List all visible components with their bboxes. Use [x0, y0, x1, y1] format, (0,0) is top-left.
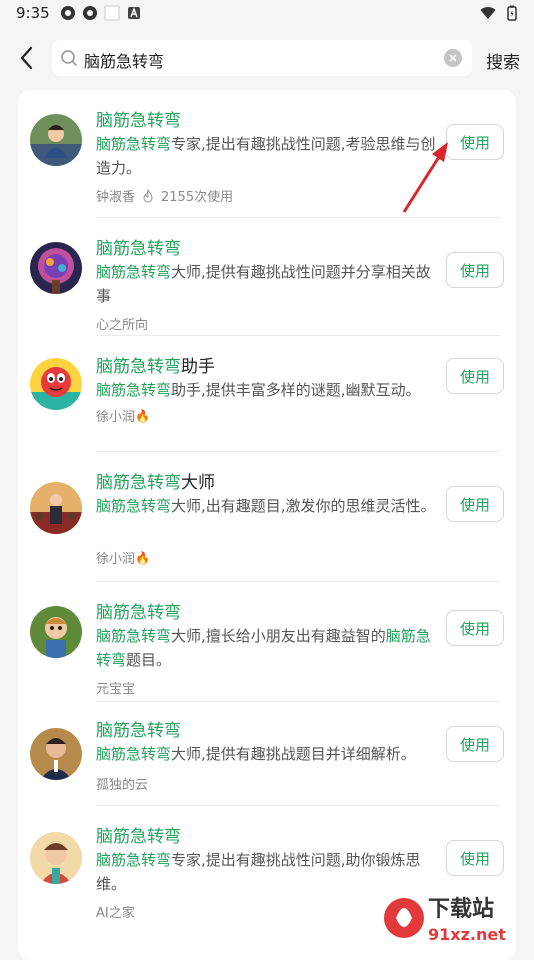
avatar: [30, 242, 82, 294]
item-uses: 2155次使用: [161, 190, 234, 205]
item-author: 钟淑香: [96, 190, 136, 205]
item-meta: 徐小润 🔥: [96, 406, 150, 426]
search-input[interactable]: 脑筋急转弯: [52, 40, 472, 76]
item-title: 脑筋急转弯: [96, 827, 181, 847]
use-button[interactable]: 使用: [446, 358, 504, 394]
avatar: [30, 832, 82, 884]
search-header: 脑筋急转弯 搜索: [0, 36, 534, 80]
search-query[interactable]: 脑筋急转弯: [84, 48, 164, 72]
use-button[interactable]: 使用: [446, 252, 504, 288]
wifi-icon: [480, 7, 496, 19]
avatar: [30, 482, 82, 534]
use-button[interactable]: 使用: [446, 840, 504, 876]
item-description: 脑筋急转弯大师,提供有趣挑战题目并详细解析。: [96, 745, 416, 763]
item-author: 元宝宝: [96, 682, 136, 697]
item-title: 脑筋急转弯: [96, 721, 181, 741]
item-description: 脑筋急转弯大师,擅长给小朋友出有趣益智的脑筋急转弯题目。: [96, 627, 431, 669]
list-item[interactable]: 脑筋急转弯 脑筋急转弯大师,提供有趣挑战题目并详细解析。 孤独的云 使用: [18, 702, 516, 806]
flame-icon: [143, 188, 153, 203]
watermark-title: 下载站: [428, 896, 494, 922]
search-button[interactable]: 搜索: [486, 48, 520, 73]
item-author: 孤独的云: [96, 778, 149, 793]
use-button[interactable]: 使用: [446, 486, 504, 522]
item-title: 脑筋急转弯助手: [96, 357, 215, 377]
clear-icon[interactable]: [444, 49, 462, 67]
item-meta: 钟淑香 2155次使用: [96, 186, 233, 205]
item-meta: 徐小润 🔥: [96, 548, 150, 568]
watermark-logo: 下载站 91xz.net: [382, 888, 532, 948]
battery-icon: [507, 5, 517, 21]
back-icon[interactable]: [14, 44, 42, 72]
fire-icon: 🔥: [135, 408, 150, 423]
avatar: [30, 606, 82, 658]
results-list: 脑筋急转弯 脑筋急转弯专家,提出有趣挑战性问题,考验思维与创造力。 钟淑香 21…: [18, 90, 516, 960]
list-item[interactable]: 脑筋急转弯大师 脑筋急转弯大师,出有趣题目,激发你的思维灵活性。 徐小润 🔥 使用: [18, 452, 516, 582]
item-author: 徐小润: [96, 410, 136, 425]
status-bar: 9:35: [0, 0, 534, 28]
item-author: 心之所向: [96, 318, 149, 333]
fire-icon: 🔥: [135, 550, 150, 565]
use-button[interactable]: 使用: [446, 726, 504, 762]
annotation-arrow-icon: [402, 142, 448, 213]
item-title: 脑筋急转弯: [96, 111, 181, 131]
item-description: 脑筋急转弯大师,提供有趣挑战性问题并分享相关故事: [96, 263, 431, 305]
list-item[interactable]: 脑筋急转弯 脑筋急转弯大师,擅长给小朋友出有趣益智的脑筋急转弯题目。 元宝宝 使…: [18, 582, 516, 702]
a-notification-icon: [128, 7, 140, 19]
item-author: 徐小润: [96, 552, 136, 567]
use-button[interactable]: 使用: [446, 610, 504, 646]
app-notification-icon: [83, 6, 97, 20]
item-author: AI之家: [96, 906, 135, 921]
avatar: [30, 728, 82, 780]
item-meta: 心之所向: [96, 314, 148, 333]
watermark-url: 91xz.net: [428, 925, 506, 944]
item-meta: AI之家: [96, 902, 135, 921]
app-notification-icon: [61, 6, 75, 20]
avatar: [30, 114, 82, 166]
item-description: 脑筋急转弯大师,出有趣题目,激发你的思维灵活性。: [96, 497, 436, 515]
list-item[interactable]: 脑筋急转弯 脑筋急转弯大师,提供有趣挑战性问题并分享相关故事 心之所向 使用: [18, 218, 516, 336]
item-meta: 元宝宝: [96, 678, 135, 697]
use-button[interactable]: 使用: [446, 124, 504, 160]
item-title: 脑筋急转弯大师: [96, 473, 215, 493]
avatar: [30, 358, 82, 410]
list-item[interactable]: 脑筋急转弯助手 脑筋急转弯助手,提供丰富多样的谜题,幽默互动。 徐小润 🔥 使用: [18, 336, 516, 452]
item-meta: 孤独的云: [96, 774, 148, 793]
item-title: 脑筋急转弯: [96, 239, 181, 259]
item-description: 脑筋急转弯助手,提供丰富多样的谜题,幽默互动。: [96, 381, 421, 399]
blank-notification-icon: [104, 5, 120, 21]
status-time: 9:35: [16, 4, 50, 22]
search-icon: [61, 50, 77, 66]
item-title: 脑筋急转弯: [96, 603, 181, 623]
item-description: 脑筋急转弯专家,提出有趣挑战性问题,考验思维与创造力。: [96, 135, 436, 177]
